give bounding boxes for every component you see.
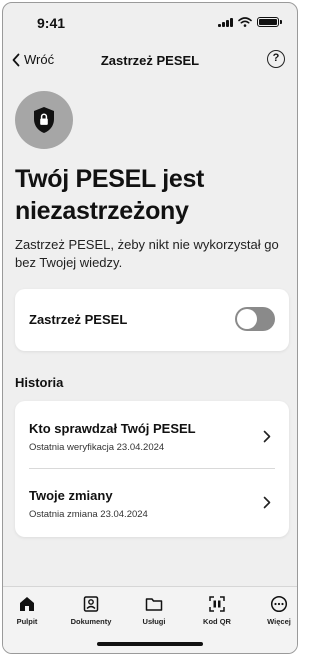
status-description: Zastrzeż PESEL, żeby nikt nie wykorzysta… xyxy=(15,237,279,270)
history-item-checks[interactable]: Kto sprawdzał Twój PESEL Ostatnia weryfi… xyxy=(15,401,289,467)
history-item-title: Twoje zmiany xyxy=(29,488,113,503)
status-time: 9:41 xyxy=(37,15,66,31)
more-icon xyxy=(270,595,288,613)
tab-kod-qr[interactable]: Kod QR xyxy=(188,595,246,626)
documents-icon xyxy=(83,596,99,612)
status-icons xyxy=(218,17,282,27)
chevron-left-icon xyxy=(12,53,20,66)
folder-icon xyxy=(145,598,163,611)
tab-uslugi[interactable]: Usługi xyxy=(125,595,183,626)
home-icon xyxy=(20,597,34,611)
nav-bar: Wróć Zastrzeż PESEL ? xyxy=(3,43,297,79)
history-title: Historia xyxy=(15,375,64,390)
chevron-right-icon xyxy=(263,496,271,509)
shield-icon xyxy=(34,107,54,133)
signal-icon xyxy=(218,17,233,27)
restrict-pesel-card: Zastrzeż PESEL xyxy=(15,289,289,351)
tab-label: Więcej xyxy=(267,617,291,626)
wifi-icon xyxy=(238,17,252,27)
tab-label: Usługi xyxy=(142,617,166,626)
history-item-title: Kto sprawdzał Twój PESEL xyxy=(29,421,196,436)
shield-lock-icon xyxy=(15,91,73,149)
tab-dokumenty[interactable]: Dokumenty xyxy=(62,595,120,626)
tab-wiecej[interactable]: Więcej xyxy=(250,595,297,626)
battery-icon xyxy=(257,17,282,27)
history-item-subtitle: Ostatnia zmiana 23.04.2024 xyxy=(29,509,148,520)
chevron-right-icon xyxy=(263,430,271,443)
help-button[interactable]: ? xyxy=(267,50,285,68)
tab-label: Kod QR xyxy=(203,617,231,626)
tab-label: Dokumenty xyxy=(70,617,112,626)
tab-label: Pulpit xyxy=(16,617,38,626)
history-card: Kto sprawdzał Twój PESEL Ostatnia weryfi… xyxy=(15,401,289,537)
status-bar: 9:41 xyxy=(3,3,297,37)
back-label: Wróć xyxy=(24,52,55,67)
qr-scan-icon xyxy=(209,596,225,612)
status-heading: Twój PESEL jest niezastrzeżony xyxy=(15,165,205,225)
restrict-pesel-label: Zastrzeż PESEL xyxy=(29,312,128,327)
restrict-pesel-toggle[interactable] xyxy=(235,307,275,331)
history-item-changes[interactable]: Twoje zmiany Ostatnia zmiana 23.04.2024 xyxy=(15,469,289,535)
home-indicator xyxy=(97,642,203,646)
phone-screen: 9:41 Wróć Zastrzeż PESEL ? Twój PESEL je… xyxy=(2,2,298,654)
tab-pulpit[interactable]: Pulpit xyxy=(3,595,56,626)
history-item-subtitle: Ostatnia weryfikacja 23.04.2024 xyxy=(29,442,165,453)
back-button[interactable]: Wróć xyxy=(11,52,54,67)
tab-bar: Pulpit Dokumenty Usługi Kod QR Więcej xyxy=(3,586,297,653)
